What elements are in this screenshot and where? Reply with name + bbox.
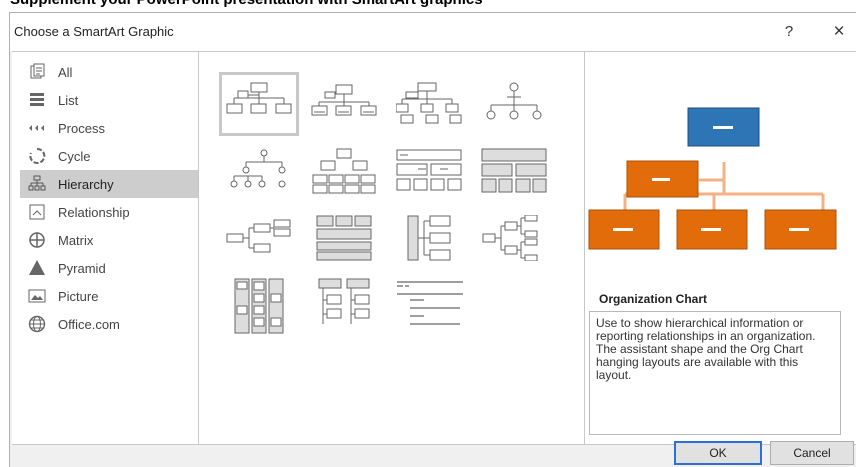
picture-icon: [28, 287, 46, 305]
globe-icon: [28, 315, 46, 333]
layout-hierarchy[interactable]: [219, 139, 299, 203]
hierarchy-icon: [28, 175, 46, 193]
background-caption: Supplement your PowerPoint presentation …: [0, 0, 856, 12]
cancel-button[interactable]: Cancel: [770, 441, 854, 465]
architecture-thumbnail: [481, 148, 547, 193]
layout-lined-list[interactable]: [389, 206, 469, 270]
relationship-icon: [28, 203, 46, 221]
category-label: List: [58, 92, 79, 108]
category-label: All: [58, 64, 73, 80]
layout-name-title-org-chart[interactable]: [304, 72, 384, 136]
layout-horizontal-multi-level[interactable]: [474, 206, 554, 270]
category-hierarchy[interactable]: Hierarchy: [20, 170, 198, 198]
category-pyramid[interactable]: Pyramid: [20, 254, 198, 282]
table-list-thumbnail: [234, 278, 284, 334]
category-relationship[interactable]: Relationship: [20, 198, 198, 226]
category-label: Picture: [58, 288, 99, 304]
dialog-body: All List Process Cycle Hierarchy Relatio…: [12, 51, 856, 445]
layout-preview-pane: Organization Chart Use to show hierarchi…: [585, 52, 856, 444]
layout-text-hierarchy[interactable]: [389, 274, 469, 338]
layout-half-circle-org-chart[interactable]: [389, 72, 469, 136]
dialog-title: Choose a SmartArt Graphic: [14, 24, 174, 39]
category-process[interactable]: Process: [20, 114, 198, 142]
layout-architecture-layout[interactable]: [474, 139, 554, 203]
close-button[interactable]: ×: [822, 18, 856, 46]
layout-labeled-hierarchy[interactable]: [304, 139, 384, 203]
layout-gallery: [199, 52, 585, 444]
hierarchy-list-thumbnail: [316, 215, 372, 261]
matrix-icon: [28, 231, 46, 249]
list-icon: [28, 91, 46, 109]
layout-hierarchy-list[interactable]: [304, 206, 384, 270]
category-list: All List Process Cycle Hierarchy Relatio…: [12, 52, 199, 444]
layout-org-chart-hanging[interactable]: [304, 274, 384, 338]
half-circle-org-thumbnail: [396, 82, 462, 124]
process-icon: [28, 119, 46, 137]
labeled-hierarchy-thumbnail: [312, 148, 376, 194]
category-label: Cycle: [58, 148, 91, 164]
title-bar: Choose a SmartArt Graphic ? ×: [10, 13, 856, 51]
preview-title: Organization Chart: [599, 292, 708, 306]
layout-horizontal-hierarchy[interactable]: [219, 206, 299, 270]
name-title-org-thumbnail: [311, 84, 377, 116]
layout-circle-picture-hierarchy[interactable]: [474, 72, 554, 136]
help-button[interactable]: ?: [772, 18, 806, 46]
table-hierarchy-thumbnail: [396, 149, 462, 191]
cycle-icon: [28, 147, 46, 165]
category-label: Process: [58, 120, 105, 136]
horizontal-hierarchy-thumbnail: [226, 219, 291, 253]
category-office-com[interactable]: Office.com: [20, 310, 198, 338]
category-all[interactable]: All: [20, 58, 198, 86]
category-label: Office.com: [58, 316, 120, 332]
org-chart-thumbnail: [226, 82, 292, 114]
text-hierarchy-thumbnail: [397, 281, 463, 325]
caption-text: Supplement your PowerPoint presentation …: [10, 0, 483, 8]
hanging-org-thumbnail: [318, 278, 370, 324]
category-cycle[interactable]: Cycle: [20, 142, 198, 170]
layout-table-list[interactable]: [219, 274, 299, 338]
category-list-item[interactable]: List: [20, 86, 198, 114]
category-label: Matrix: [58, 232, 94, 248]
hierarchy-thumbnail: [230, 149, 286, 188]
lined-list-thumbnail: [407, 215, 451, 261]
smartart-dialog: Choose a SmartArt Graphic ? × All List P…: [9, 12, 856, 467]
category-label: Relationship: [58, 204, 130, 220]
circle-hierarchy-thumbnail: [486, 82, 542, 120]
category-matrix[interactable]: Matrix: [20, 226, 198, 254]
category-picture[interactable]: Picture: [20, 282, 198, 310]
category-label: Hierarchy: [58, 176, 114, 192]
preview-description: Use to show hierarchical information or …: [589, 311, 841, 435]
layout-table-hierarchy[interactable]: [389, 139, 469, 203]
category-label: Pyramid: [58, 260, 106, 276]
multi-level-thumbnail: [482, 215, 538, 261]
ok-button[interactable]: OK: [674, 441, 762, 465]
org-chart-preview-image: [588, 107, 837, 250]
all-icon: [28, 63, 46, 81]
layout-organization-chart[interactable]: [219, 72, 299, 136]
pyramid-icon: [28, 259, 46, 277]
